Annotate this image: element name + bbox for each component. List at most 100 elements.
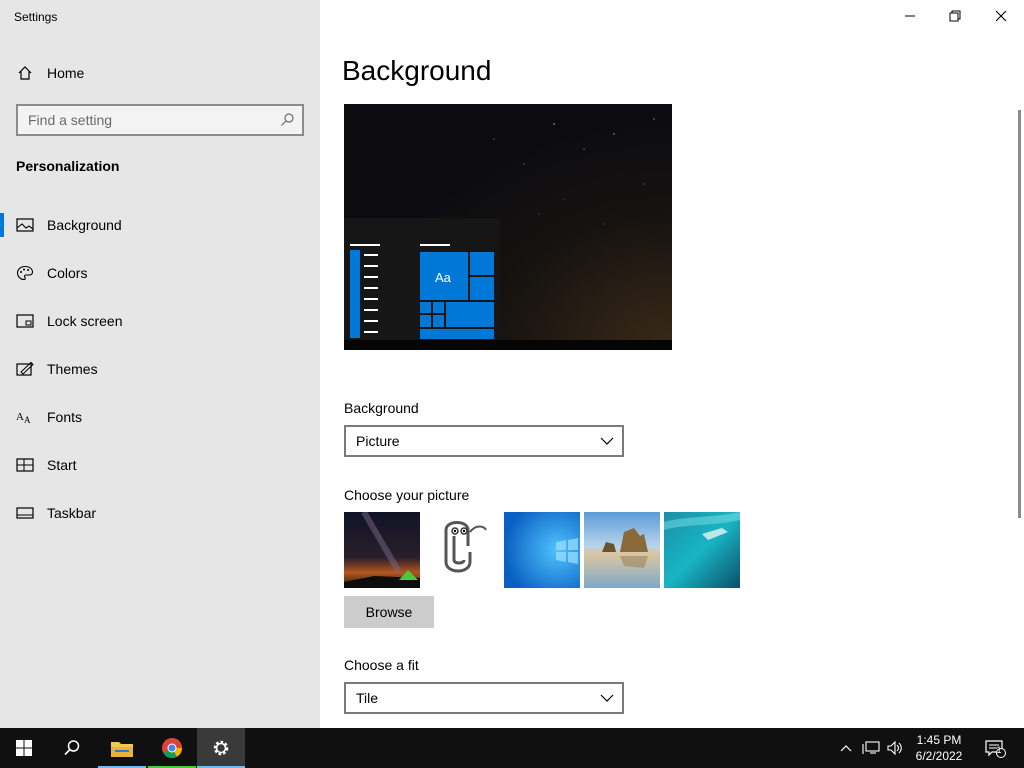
choose-picture-label: Choose your picture xyxy=(344,487,470,503)
fit-dropdown-value: Tile xyxy=(356,690,379,706)
picture-thumbnail-windows-blue[interactable] xyxy=(504,512,580,588)
sidebar-item-taskbar[interactable]: Taskbar xyxy=(0,493,320,533)
picture-icon xyxy=(16,218,34,232)
search-button[interactable] xyxy=(48,728,96,768)
sidebar-item-fonts[interactable]: A A Fonts xyxy=(0,397,320,437)
minimize-icon xyxy=(905,15,915,17)
sidebar-item-start[interactable]: Start xyxy=(0,445,320,485)
restore-button[interactable] xyxy=(932,0,978,32)
preview-tile xyxy=(433,302,444,313)
search-box[interactable] xyxy=(16,104,304,136)
background-dropdown[interactable]: Picture xyxy=(344,425,624,457)
preview-tile xyxy=(470,252,494,275)
restore-icon xyxy=(949,10,961,22)
fonts-icon: A A xyxy=(16,411,31,425)
sidebar-item-label: Themes xyxy=(47,361,98,377)
close-icon xyxy=(995,10,1007,22)
preview-tile xyxy=(420,329,494,339)
home-icon xyxy=(18,66,32,80)
active-indicator xyxy=(0,213,4,237)
preview-list-line xyxy=(364,320,378,322)
choose-fit-label: Choose a fit xyxy=(344,657,419,673)
svg-text:A: A xyxy=(24,415,31,425)
chevron-down-icon xyxy=(600,437,614,445)
background-label: Background xyxy=(344,400,419,416)
fit-dropdown[interactable]: Tile xyxy=(344,682,624,714)
sidebar-item-label: Start xyxy=(47,457,77,473)
lock-screen-icon xyxy=(16,314,34,328)
clock-time: 1:45 PM xyxy=(916,733,962,747)
sidebar-item-background[interactable]: Background xyxy=(0,205,320,245)
preview-list-line xyxy=(364,287,378,289)
preview-list-line xyxy=(364,254,378,256)
sidebar-item-lock-screen[interactable]: Lock screen xyxy=(0,301,320,341)
network-icon xyxy=(862,741,880,754)
chevron-down-icon xyxy=(600,694,614,702)
preview-list-line xyxy=(364,309,378,311)
sidebar-item-colors[interactable]: Colors xyxy=(0,253,320,293)
settings-icon xyxy=(213,740,229,756)
sidebar-item-themes[interactable]: Themes xyxy=(0,349,320,389)
preview-list-line xyxy=(364,276,378,278)
notification-count: 1 xyxy=(996,745,1002,755)
chrome-button[interactable] xyxy=(148,728,196,768)
picture-thumbnail-night-sky[interactable] xyxy=(344,512,420,588)
home-nav-item[interactable]: Home xyxy=(0,58,320,88)
preview-list-line xyxy=(364,298,378,300)
clock-date: 6/2/2022 xyxy=(915,749,963,763)
clock[interactable]: 1:45 PM 6/2/2022 xyxy=(904,732,974,764)
preview-tile-text: Aa xyxy=(435,270,451,285)
settings-button[interactable] xyxy=(197,728,245,768)
preview-tile xyxy=(420,302,431,313)
show-hidden-icons-button[interactable] xyxy=(836,728,856,768)
app-title: Settings xyxy=(14,10,58,24)
preview-list-line xyxy=(364,265,378,267)
start-button[interactable] xyxy=(0,728,48,768)
chevron-up-icon xyxy=(840,745,852,752)
sidebar-item-label: Lock screen xyxy=(47,313,123,329)
picture-thumbnail-clippy[interactable] xyxy=(424,512,500,588)
start-layout-icon xyxy=(16,458,34,472)
file-explorer-icon xyxy=(111,742,133,757)
picture-thumbnail-underwater[interactable] xyxy=(664,512,740,588)
taskbar: 1:45 PM 6/2/2022 1 xyxy=(0,728,1024,768)
preview-app-list-icons xyxy=(350,250,360,338)
preview-tile xyxy=(470,277,494,300)
taskbar-icon xyxy=(16,507,34,519)
search-icon xyxy=(64,740,80,756)
preview-taskbar xyxy=(344,340,672,350)
palette-icon xyxy=(16,265,34,281)
sidebar-item-label: Colors xyxy=(47,265,88,281)
preview-tile xyxy=(433,315,444,327)
themes-icon xyxy=(16,361,34,376)
svg-text:A: A xyxy=(16,411,24,423)
volume-icon xyxy=(887,740,902,756)
windows-logo-icon xyxy=(16,740,32,756)
minimize-button[interactable] xyxy=(887,0,933,32)
sidebar-item-label: Fonts xyxy=(47,409,83,425)
network-button[interactable] xyxy=(860,728,882,768)
preview-tiles-header xyxy=(420,244,450,246)
home-label: Home xyxy=(47,65,85,81)
action-center-button[interactable]: 1 xyxy=(980,728,1010,768)
browse-button[interactable]: Browse xyxy=(344,596,434,628)
preview-tile xyxy=(446,302,494,327)
page-title: Background xyxy=(342,55,492,86)
file-explorer-button[interactable] xyxy=(98,728,146,768)
sidebar: Settings Home Personalization Background… xyxy=(0,0,320,728)
chrome-icon xyxy=(162,738,183,759)
scrollbar[interactable] xyxy=(1018,110,1021,518)
volume-button[interactable] xyxy=(884,728,906,768)
picture-thumbnail-beach-rocks[interactable] xyxy=(584,512,660,588)
background-dropdown-value: Picture xyxy=(356,433,400,449)
desktop-preview: Aa xyxy=(344,104,672,350)
section-title: Personalization xyxy=(16,158,120,174)
preview-list-line xyxy=(364,331,378,333)
sidebar-item-label: Taskbar xyxy=(47,505,97,521)
preview-tile xyxy=(420,315,431,327)
preview-list-line xyxy=(350,244,380,246)
sidebar-item-label: Background xyxy=(47,217,122,233)
search-input[interactable] xyxy=(28,111,268,129)
close-button[interactable] xyxy=(978,0,1024,32)
search-icon[interactable] xyxy=(280,113,294,127)
